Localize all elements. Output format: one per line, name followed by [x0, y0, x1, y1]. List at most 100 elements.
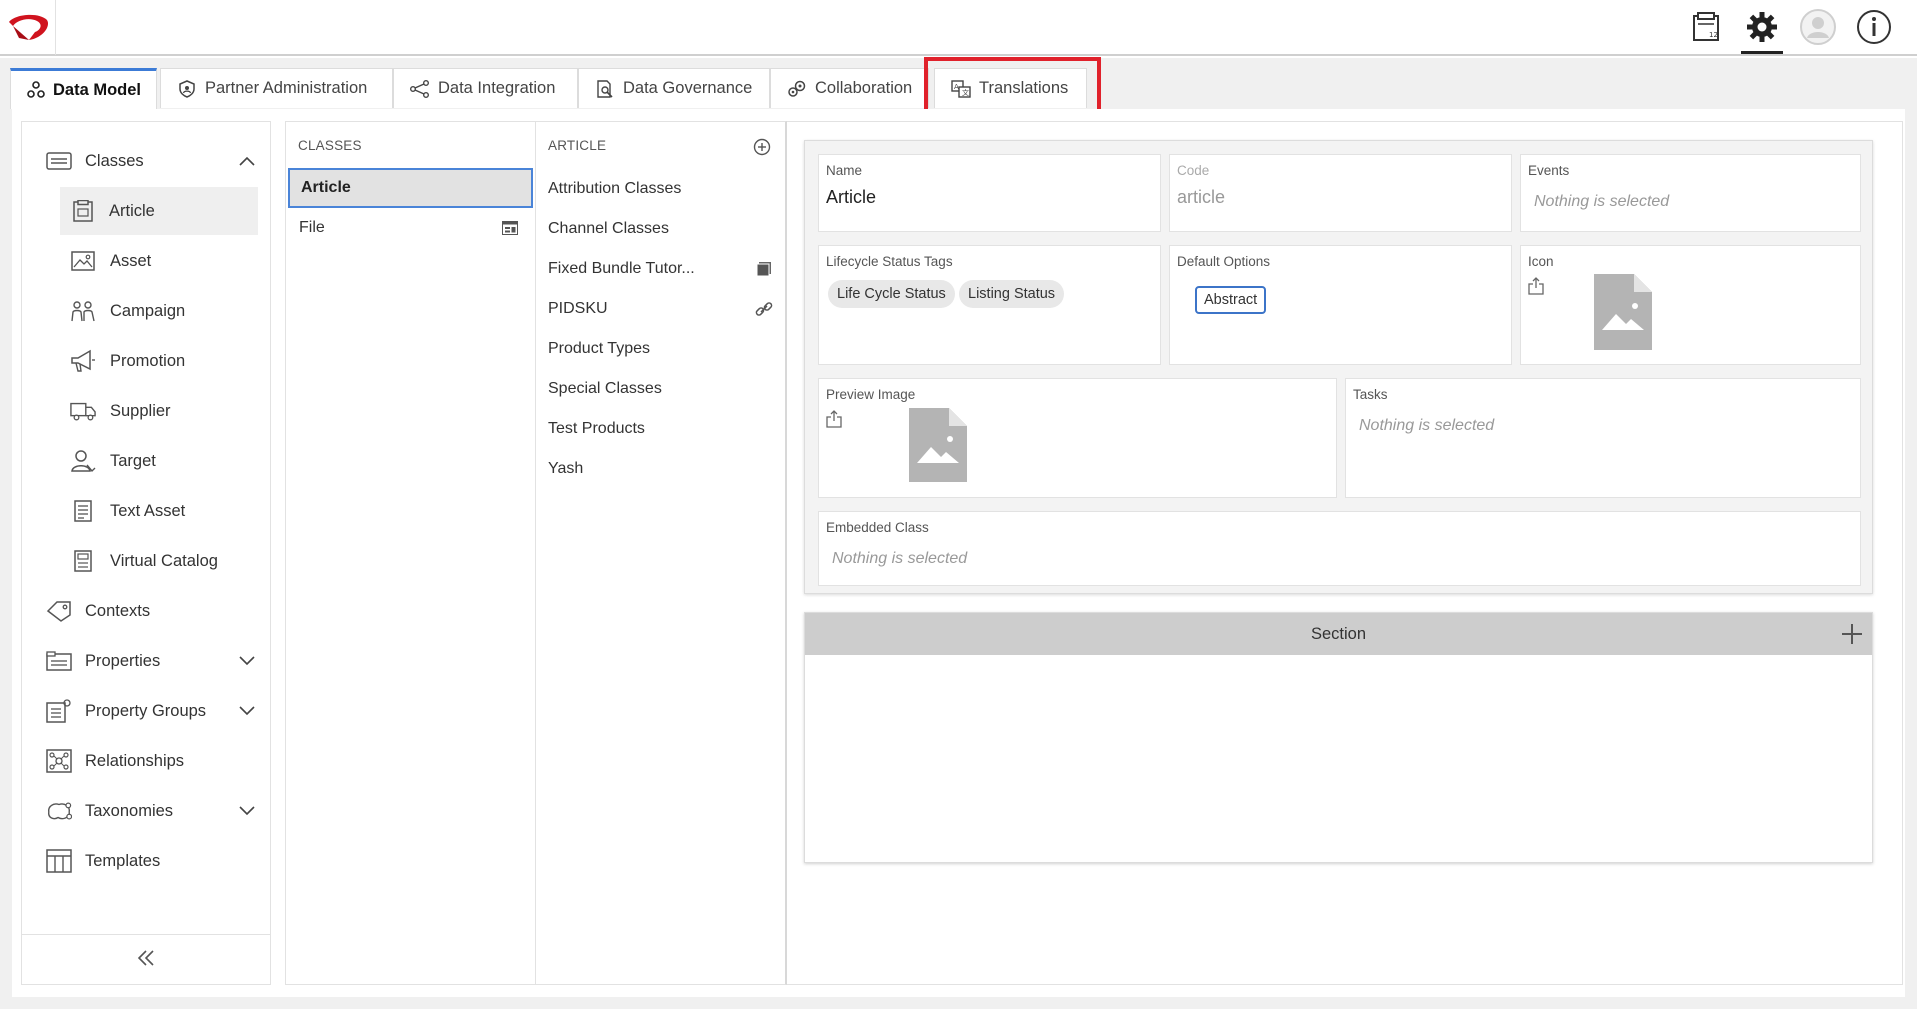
events-label: Events	[1528, 163, 1570, 178]
plus-circle-icon	[753, 138, 771, 156]
lifecycle-tag-chip[interactable]: Life Cycle Status	[828, 280, 955, 308]
class-row-file[interactable]: File	[288, 208, 533, 248]
subclass-label: Channel Classes	[548, 220, 669, 237]
default-options-label: Default Options	[1177, 254, 1271, 269]
name-field[interactable]: Name Article	[818, 154, 1161, 232]
subclass-label: Product Types	[548, 340, 650, 357]
tab-translations[interactable]: A文 Translations	[934, 68, 1087, 108]
tab-partner-administration[interactable]: Partner Administration	[160, 68, 393, 108]
name-value[interactable]: Article	[826, 187, 876, 208]
tab-label: Data Model	[53, 80, 142, 99]
preview-label: Preview Image	[826, 387, 916, 402]
article-icon	[70, 199, 96, 223]
classes-header: CLASSES	[298, 138, 362, 153]
top-icons: 12	[1685, 0, 1895, 54]
nav-item-virtual-catalog[interactable]: Virtual Catalog	[22, 537, 270, 585]
events-field[interactable]: Events Nothing is selected	[1520, 154, 1861, 232]
nav-item-text-asset[interactable]: Text Asset	[22, 487, 270, 535]
relationships-icon	[46, 749, 72, 773]
image-placeholder-icon	[909, 408, 967, 486]
file-class-icon	[501, 219, 519, 237]
nav-property-groups[interactable]: Property Groups	[22, 687, 270, 735]
truck-icon	[70, 399, 96, 423]
subclass-row[interactable]: PIDSKU	[548, 289, 778, 329]
megaphone-icon	[70, 349, 96, 373]
chevron-down-icon[interactable]	[238, 652, 256, 670]
nav-relationships[interactable]: Relationships	[22, 737, 270, 785]
tab-data-governance[interactable]: Data Governance	[578, 68, 770, 108]
nav-item-asset[interactable]: Asset	[22, 237, 270, 285]
icon-field: Icon	[1520, 245, 1861, 365]
link-icon	[754, 299, 774, 319]
chevron-down-icon[interactable]	[238, 702, 256, 720]
svg-text:A: A	[954, 83, 959, 91]
double-chevron-left-icon	[137, 949, 155, 970]
class-label: Article	[301, 179, 351, 196]
svg-text:12: 12	[1709, 31, 1718, 39]
nav-templates[interactable]: Templates	[22, 837, 270, 885]
abstract-option-button[interactable]: Abstract	[1195, 286, 1267, 314]
nav-label: Text Asset	[110, 501, 186, 520]
nav-item-target[interactable]: Target	[22, 437, 270, 485]
section-title: Section	[1310, 624, 1367, 643]
upload-icon[interactable]	[826, 410, 842, 428]
add-section-button[interactable]	[1840, 622, 1864, 646]
translations-icon: A文	[951, 79, 971, 99]
campaign-icon	[70, 299, 96, 323]
app-logo[interactable]	[0, 0, 56, 55]
gear-icon[interactable]	[1741, 6, 1783, 54]
nav-properties[interactable]: Properties	[22, 637, 270, 685]
nav-label: Taxonomies	[85, 801, 174, 820]
chevron-up-icon[interactable]	[238, 152, 256, 170]
subclass-row[interactable]: Yash	[548, 449, 778, 489]
svg-text:文: 文	[962, 88, 969, 97]
info-icon[interactable]	[1853, 6, 1895, 48]
subclass-label: Fixed Bundle Tutor...	[548, 260, 695, 277]
nav-item-campaign[interactable]: Campaign	[22, 287, 270, 335]
code-field: Code article	[1169, 154, 1512, 232]
tab-data-model[interactable]: Data Model	[10, 68, 157, 109]
lifecycle-tags-field[interactable]: Lifecycle Status Tags Life Cycle Status …	[818, 245, 1161, 365]
add-subclass-button[interactable]	[753, 138, 771, 156]
class-row-article[interactable]: Article	[288, 168, 533, 208]
subclass-row[interactable]: Channel Classes	[548, 209, 778, 249]
subclass-label: Special Classes	[548, 380, 662, 397]
tab-data-integration[interactable]: Data Integration	[393, 68, 578, 108]
name-label: Name	[826, 163, 863, 178]
nav-item-supplier[interactable]: Supplier	[22, 387, 270, 435]
lifecycle-tag-chip[interactable]: Listing Status	[959, 280, 1065, 308]
taxonomies-icon	[46, 799, 72, 823]
subclass-row[interactable]: Product Types	[548, 329, 778, 369]
nav-item-article[interactable]: Article	[60, 187, 258, 235]
nav-label: Supplier	[110, 401, 171, 420]
nav-label: Virtual Catalog	[110, 551, 218, 570]
subclass-row[interactable]: Test Products	[548, 409, 778, 449]
left-nav: Classes Article Asset Campaign Promotion…	[21, 121, 271, 985]
image-placeholder-icon	[1594, 274, 1652, 354]
logo-icon	[8, 14, 48, 40]
tab-label: Partner Administration	[205, 79, 368, 97]
chevron-down-icon[interactable]	[238, 802, 256, 820]
subclass-row[interactable]: Attribution Classes	[548, 169, 778, 209]
nav-classes[interactable]: Classes	[22, 137, 270, 185]
embedded-class-field[interactable]: Embedded Class Nothing is selected	[818, 511, 1861, 586]
collaboration-icon	[787, 79, 807, 99]
upload-icon[interactable]	[1528, 277, 1544, 295]
templates-icon	[46, 849, 72, 873]
tab-label: Collaboration	[815, 79, 913, 97]
tab-collaboration[interactable]: Collaboration	[770, 68, 929, 108]
user-avatar-icon[interactable]	[1797, 6, 1839, 48]
nav-contexts[interactable]: Contexts	[22, 587, 270, 635]
collapse-sidebar-button[interactable]	[22, 934, 270, 984]
tab-label: Data Integration	[438, 79, 556, 97]
nav-item-promotion[interactable]: Promotion	[22, 337, 270, 385]
nav-label: Campaign	[110, 301, 186, 320]
inbox-icon[interactable]: 12	[1685, 6, 1727, 48]
nav-taxonomies[interactable]: Taxonomies	[22, 787, 270, 835]
catalog-icon	[70, 549, 96, 573]
tasks-field[interactable]: Tasks Nothing is selected	[1345, 378, 1861, 498]
subclass-row[interactable]: Fixed Bundle Tutor...	[548, 249, 778, 289]
subclass-row[interactable]: Special Classes	[548, 369, 778, 409]
bundle-icon	[754, 259, 774, 279]
classes-icon	[46, 149, 72, 173]
